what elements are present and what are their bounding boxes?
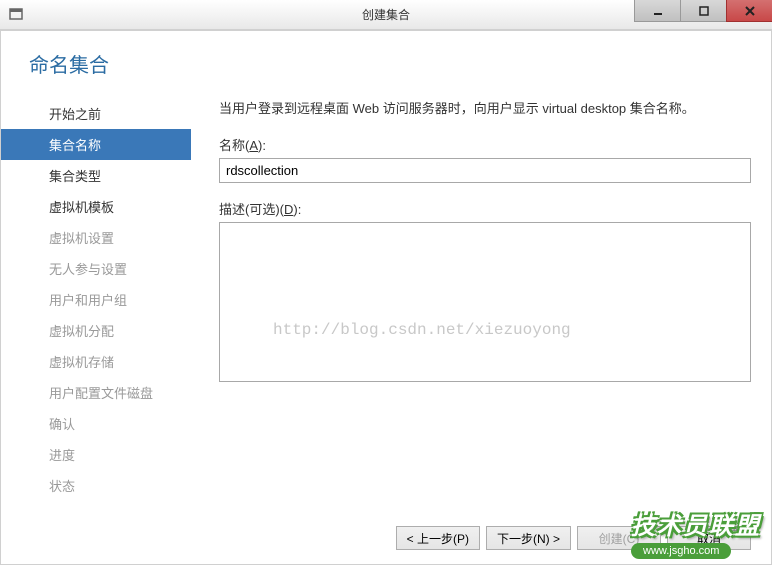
create-button: 创建(C) xyxy=(577,526,661,550)
minimize-button[interactable] xyxy=(634,0,680,22)
instruction-text: 当用户登录到远程桌面 Web 访问服务器时，向用户显示 virtual desk… xyxy=(219,98,751,117)
app-icon xyxy=(8,7,24,23)
name-input[interactable] xyxy=(219,158,751,183)
maximize-button[interactable] xyxy=(680,0,726,22)
step-progress: 进度 xyxy=(1,439,191,470)
step-collection-type[interactable]: 集合类型 xyxy=(1,160,191,191)
step-unattended: 无人参与设置 xyxy=(1,253,191,284)
step-users-groups: 用户和用户组 xyxy=(1,284,191,315)
form-area: 当用户登录到远程桌面 Web 访问服务器时，向用户显示 virtual desk… xyxy=(191,98,771,518)
window-title: 创建集合 xyxy=(362,6,410,23)
close-button[interactable] xyxy=(726,0,772,22)
previous-button[interactable]: < 上一步(P) xyxy=(396,526,480,550)
step-collection-name[interactable]: 集合名称 xyxy=(1,129,191,160)
step-vm-settings: 虚拟机设置 xyxy=(1,222,191,253)
name-field-group: 名称(A): xyxy=(219,135,751,183)
cancel-button[interactable]: 取消 xyxy=(667,526,751,550)
step-vm-allocation: 虚拟机分配 xyxy=(1,315,191,346)
titlebar: 创建集合 xyxy=(0,0,772,30)
step-confirm: 确认 xyxy=(1,408,191,439)
step-vm-storage: 虚拟机存储 xyxy=(1,346,191,377)
step-status: 状态 xyxy=(1,470,191,501)
name-label: 名称(A): xyxy=(219,135,751,154)
wizard-steps-sidebar: 开始之前 集合名称 集合类型 虚拟机模板 虚拟机设置 无人参与设置 用户和用户组… xyxy=(1,98,191,518)
page-title: 命名集合 xyxy=(1,31,771,78)
step-user-profile-disk: 用户配置文件磁盘 xyxy=(1,377,191,408)
description-label: 描述(可选)(D): xyxy=(219,199,751,218)
wizard-button-bar: < 上一步(P) 下一步(N) > 创建(C) 取消 xyxy=(396,526,751,550)
main-area: 开始之前 集合名称 集合类型 虚拟机模板 虚拟机设置 无人参与设置 用户和用户组… xyxy=(1,78,771,518)
next-button[interactable]: 下一步(N) > xyxy=(486,526,571,550)
description-field-group: 描述(可选)(D): xyxy=(219,199,751,387)
description-input[interactable] xyxy=(219,222,751,382)
window-controls xyxy=(634,0,772,22)
wizard-content: 命名集合 开始之前 集合名称 集合类型 虚拟机模板 虚拟机设置 无人参与设置 用… xyxy=(0,30,772,565)
step-vm-template[interactable]: 虚拟机模板 xyxy=(1,191,191,222)
step-before-start[interactable]: 开始之前 xyxy=(1,98,191,129)
